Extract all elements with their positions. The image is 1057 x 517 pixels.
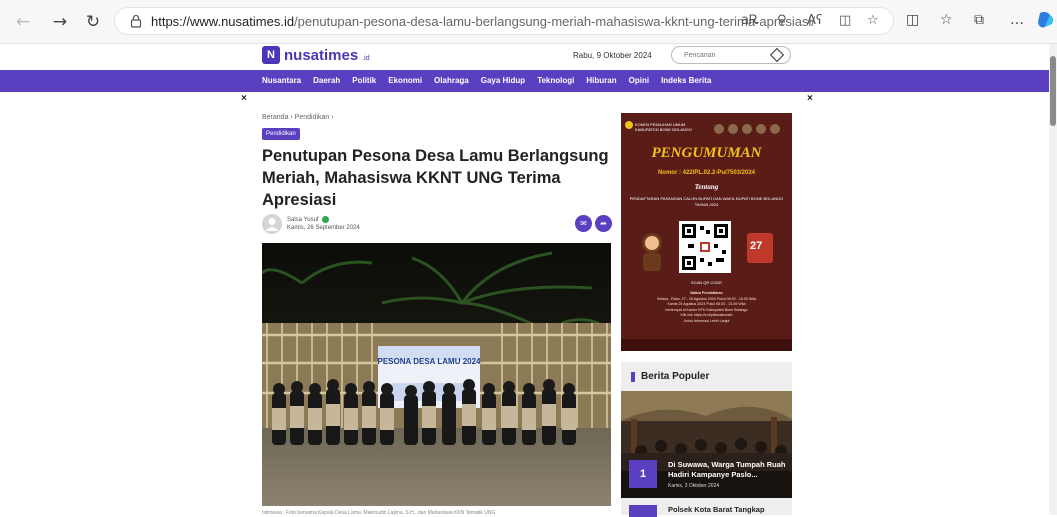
nav-ekonomi[interactable]: Ekonomi	[388, 76, 422, 85]
main-nav: Nusantara Daerah Politik Ekonomi Olahrag…	[0, 70, 1057, 92]
user-icon	[265, 218, 279, 231]
close-ad-right-icon[interactable]: ×	[807, 93, 813, 104]
article-photo: PESONA DESA LAMU 2024	[262, 243, 611, 506]
ad-candidates-photos	[714, 124, 780, 134]
nav-gaya-hidup[interactable]: Gaya Hidup	[481, 76, 525, 85]
page-scrollbar[interactable]	[1049, 44, 1057, 515]
date-badge: 27	[747, 233, 773, 263]
zoom-icon[interactable]: ⚲	[777, 13, 787, 28]
photo-caption: Istimewa : Foto bersama Kepala Desa Lamu…	[262, 510, 496, 516]
category-badge[interactable]: Pendidikan	[262, 128, 300, 140]
search-box[interactable]	[671, 46, 791, 64]
nav-politik[interactable]: Politik	[352, 76, 376, 85]
popular-heading: Berita Populer	[631, 371, 709, 382]
heading-bar	[631, 371, 635, 382]
browser-toolbar: ← → ↻ https://www.nusatimes.id/penutupan…	[0, 0, 1057, 44]
author-name-row: Salsa Yusuf	[287, 216, 329, 223]
nav-opini[interactable]: Opini	[629, 76, 649, 85]
ad-kpu-label: KOMISI PEMILIHAN UMUM KABUPATEN BONE BOL…	[635, 122, 692, 132]
translate-icon[interactable]: aᎡ	[741, 13, 759, 28]
kpu-advertisement[interactable]: KOMISI PEMILIHAN UMUM KABUPATEN BONE BOL…	[621, 113, 792, 351]
favorite-star-icon[interactable]: ☆	[867, 13, 879, 28]
nav-list: Nusantara Daerah Politik Ekonomi Olahrag…	[262, 76, 711, 85]
address-bar[interactable]: https://www.nusatimes.id/penutupan-peson…	[114, 7, 894, 35]
nav-hiburan[interactable]: Hiburan	[586, 76, 616, 85]
author-name[interactable]: Salsa Yusuf	[287, 217, 319, 223]
logo-text: nusatimes	[284, 46, 359, 64]
logo-mark-icon: N	[262, 46, 280, 64]
mascot-icon	[642, 233, 662, 271]
ad-nomor: Nomor : 422/PL.02.2-Pu/7503/2024	[657, 170, 756, 176]
ad-title: PENGUMUMAN	[651, 145, 762, 161]
scrollbar-thumb[interactable]	[1050, 56, 1056, 126]
header-date: Rabu, 9 Oktober 2024	[573, 51, 652, 60]
publish-date: Kamis, 26 September 2024	[287, 225, 360, 231]
breadcrumb[interactable]: Beranda › Pendidikan ›	[262, 114, 334, 121]
popular-title-2[interactable]: Polsek Kota Barat Tangkap	[668, 505, 788, 514]
popular-date-1: Kamis, 3 Oktober 2024	[668, 483, 720, 489]
forward-icon[interactable]: →	[49, 11, 71, 33]
nav-daerah[interactable]: Daerah	[313, 76, 340, 85]
copilot-icon[interactable]	[1036, 10, 1056, 30]
ad-footer	[621, 339, 792, 351]
popular-rank-1: 1	[629, 460, 657, 488]
back-icon[interactable]: ←	[12, 11, 34, 33]
ad-waktu-5: Untuk Informasi Lebih Lanjut	[683, 318, 730, 323]
ad-desc: PENDAFTARAN PASANGAN CALON BUPATI DAN WA…	[629, 196, 784, 207]
site-header: N nusatimes .id Rabu, 9 Oktober 2024	[0, 44, 1057, 70]
comment-icon[interactable]: ✉	[575, 215, 592, 232]
photo-scene: PESONA DESA LAMU 2024	[262, 243, 611, 506]
ad-tentang: Tentang	[694, 183, 719, 191]
search-input[interactable]	[684, 49, 764, 62]
nav-nusantara[interactable]: Nusantara	[262, 76, 301, 85]
lock-icon	[130, 14, 142, 28]
close-ad-left-icon[interactable]: ×	[241, 93, 247, 104]
ad-scan-label: SCAN QR CODE	[691, 280, 722, 285]
photo-banner-text: PESONA DESA LAMU 2024	[378, 357, 482, 366]
nav-olahraga[interactable]: Olahraga	[434, 76, 469, 85]
verified-icon	[321, 216, 329, 223]
site-logo[interactable]: N nusatimes .id	[262, 46, 370, 64]
refresh-icon[interactable]: ↻	[82, 11, 104, 33]
nav-indeks-berita[interactable]: Indeks Berita	[661, 76, 711, 85]
qr-code-icon	[682, 224, 728, 270]
author-avatar	[262, 214, 282, 234]
split-screen-icon[interactable]: ◫	[906, 12, 919, 28]
popular-news: Berita Populer 1 Di Suwawa, Warga Tumpah…	[621, 362, 792, 517]
favorites-list-icon[interactable]: ☆	[940, 12, 953, 28]
article-title: Penutupan Pesona Desa Lamu Berlangsung M…	[262, 147, 609, 209]
nav-teknologi[interactable]: Teknologi	[537, 76, 574, 85]
date-badge-day: 27	[750, 240, 763, 252]
ad-waktu: Waktu Pendaftaran Selasa - Rabu, 27 - 28…	[629, 291, 784, 325]
immersive-reader-icon[interactable]: ◫	[839, 13, 851, 28]
collections-icon[interactable]: ⧉	[974, 12, 984, 28]
read-aloud-icon[interactable]: Aʕ	[807, 13, 823, 28]
url-text: https://www.nusatimes.id/penutupan-peson…	[151, 14, 815, 29]
url-path: /penutupan-pesona-desa-lamu-berlangsung-…	[294, 14, 816, 29]
popular-heading-text: Berita Populer	[641, 371, 710, 382]
more-menu-icon[interactable]: …	[1010, 12, 1024, 28]
popular-rank-2-badge	[629, 505, 657, 517]
url-domain: https://www.nusatimes.id	[151, 14, 295, 29]
logo-suffix: .id	[362, 54, 370, 62]
popular-title-1[interactable]: Di Suwawa, Warga Tumpah Ruah Hadiri Kamp…	[668, 460, 786, 479]
qr-code[interactable]	[679, 221, 731, 273]
share-icon[interactable]: ➦	[595, 215, 612, 232]
search-icon[interactable]	[769, 47, 785, 63]
kpu-logo-icon	[625, 121, 633, 129]
